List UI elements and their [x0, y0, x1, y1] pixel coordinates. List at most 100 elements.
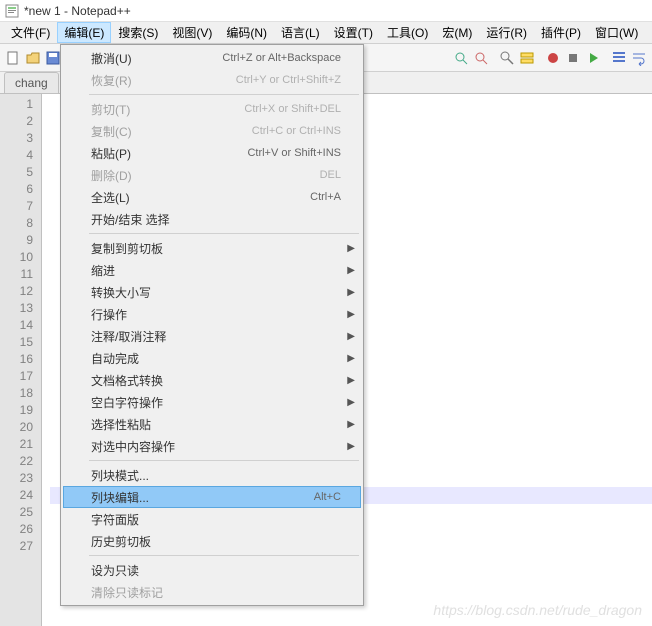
menu-item: 删除(D)DEL	[63, 164, 361, 186]
menu-item[interactable]: 窗口(W)	[588, 22, 645, 43]
zoom-out-button[interactable]	[472, 47, 490, 69]
menu-item[interactable]: 设置(T)	[327, 22, 380, 43]
menu-shortcut: Ctrl+A	[310, 191, 341, 203]
menu-item[interactable]: 视图(V)	[165, 22, 219, 43]
menu-separator	[89, 94, 359, 95]
line-number: 25	[0, 504, 33, 521]
line-number: 22	[0, 453, 33, 470]
titlebar: *new 1 - Notepad++	[0, 0, 652, 22]
menu-item[interactable]: 工具(O)	[380, 22, 435, 43]
line-number: 27	[0, 538, 33, 555]
line-number: 16	[0, 351, 33, 368]
menu-item-label: 复制到剪切板	[91, 240, 341, 257]
menu-item-label: 全选(L)	[91, 189, 310, 206]
submenu-arrow-icon: ▶	[347, 243, 355, 254]
line-number: 6	[0, 181, 33, 198]
menu-item: 剪切(T)Ctrl+X or Shift+DEL	[63, 98, 361, 120]
menu-item[interactable]: 自动完成 ▶	[63, 347, 361, 369]
line-number: 21	[0, 436, 33, 453]
line-number: 14	[0, 317, 33, 334]
menu-item[interactable]: 撤消(U)Ctrl+Z or Alt+Backspace	[63, 47, 361, 69]
menu-item-label: 设为只读	[91, 562, 341, 579]
menu-item[interactable]: 运行(R)	[479, 22, 534, 43]
menu-item[interactable]: 对选中内容操作▶	[63, 435, 361, 457]
submenu-arrow-icon: ▶	[347, 353, 355, 364]
menu-item[interactable]: 编码(N)	[219, 22, 274, 43]
window-title: *new 1 - Notepad++	[24, 4, 131, 18]
file-tab[interactable]: chang	[4, 72, 59, 93]
menu-item[interactable]: 搜索(S)	[111, 22, 165, 43]
menu-shortcut: Ctrl+V or Shift+INS	[247, 147, 341, 159]
line-number: 15	[0, 334, 33, 351]
menu-item-label: 对选中内容操作	[91, 438, 341, 455]
menu-item[interactable]: 复制到剪切板 ▶	[63, 237, 361, 259]
new-file-button[interactable]	[4, 47, 22, 69]
menu-item[interactable]: 宏(M)	[435, 22, 479, 43]
menu-item[interactable]: 注释/取消注释 ▶	[63, 325, 361, 347]
menu-item-label: 撤消(U)	[91, 50, 222, 67]
open-file-button[interactable]	[24, 47, 42, 69]
line-number: 18	[0, 385, 33, 402]
line-number: 24	[0, 487, 33, 504]
menubar: 文件(F)编辑(E)搜索(S)视图(V)编码(N)语言(L)设置(T)工具(O)…	[0, 22, 652, 44]
menu-item-label: 字符面版	[91, 511, 341, 528]
menu-item: 复制(C)Ctrl+C or Ctrl+INS	[63, 120, 361, 142]
menu-item[interactable]: 列块模式...	[63, 464, 361, 486]
menu-separator	[89, 233, 359, 234]
menu-item[interactable]: 列块编辑...Alt+C	[63, 486, 361, 508]
menu-item[interactable]: 粘贴(P)Ctrl+V or Shift+INS	[63, 142, 361, 164]
app-icon	[4, 3, 20, 19]
wrap-button[interactable]	[630, 47, 648, 69]
menu-item-label: 自动完成	[91, 350, 341, 367]
menu-item-label: 历史剪切板	[91, 533, 341, 550]
submenu-arrow-icon: ▶	[347, 375, 355, 386]
line-number: 20	[0, 419, 33, 436]
find-button[interactable]	[498, 47, 516, 69]
menu-item[interactable]: 历史剪切板	[63, 530, 361, 552]
menu-shortcut: Ctrl+X or Shift+DEL	[244, 103, 341, 115]
menu-item-label: 空白字符操作	[91, 394, 341, 411]
macro-play-button[interactable]	[584, 47, 602, 69]
line-number: 4	[0, 147, 33, 164]
zoom-in-button[interactable]	[452, 47, 470, 69]
menu-item[interactable]: 文档格式转换 ▶	[63, 369, 361, 391]
line-number: 13	[0, 300, 33, 317]
menu-item-label: 行操作	[91, 306, 341, 323]
indent-button[interactable]	[610, 47, 628, 69]
menu-separator	[89, 555, 359, 556]
menu-item-label: 注释/取消注释	[91, 328, 341, 345]
menu-separator	[89, 460, 359, 461]
menu-item[interactable]: 编辑(E)	[57, 22, 111, 43]
line-number: 2	[0, 113, 33, 130]
menu-item[interactable]: 选择性粘贴▶	[63, 413, 361, 435]
menu-item[interactable]: 插件(P)	[534, 22, 588, 43]
submenu-arrow-icon: ▶	[347, 309, 355, 320]
menu-item-label: 删除(D)	[91, 167, 320, 184]
menu-item-label: 复制(C)	[91, 123, 252, 140]
macro-record-button[interactable]	[544, 47, 562, 69]
menu-item[interactable]: 语言(L)	[274, 22, 327, 43]
macro-stop-button[interactable]	[564, 47, 582, 69]
line-number: 10	[0, 249, 33, 266]
replace-button[interactable]	[518, 47, 536, 69]
submenu-arrow-icon: ▶	[347, 419, 355, 430]
menu-item[interactable]: 空白字符操作▶	[63, 391, 361, 413]
menu-item[interactable]: 转换大小写▶	[63, 281, 361, 303]
menu-item-label: 剪切(T)	[91, 101, 244, 118]
menu-shortcut: DEL	[320, 169, 341, 181]
menu-item-label: 文档格式转换	[91, 372, 341, 389]
menu-item[interactable]: 全选(L)Ctrl+A	[63, 186, 361, 208]
menu-item[interactable]: 设为只读	[63, 559, 361, 581]
menu-item[interactable]: 开始/结束 选择	[63, 208, 361, 230]
line-number: 17	[0, 368, 33, 385]
menu-item-label: 开始/结束 选择	[91, 211, 341, 228]
line-number: 23	[0, 470, 33, 487]
menu-item[interactable]: 字符面版	[63, 508, 361, 530]
line-number: 1	[0, 96, 33, 113]
menu-item[interactable]: 缩进▶	[63, 259, 361, 281]
menu-item: 清除只读标记	[63, 581, 361, 603]
menu-item[interactable]: 行操作 ▶	[63, 303, 361, 325]
submenu-arrow-icon: ▶	[347, 287, 355, 298]
submenu-arrow-icon: ▶	[347, 331, 355, 342]
menu-item[interactable]: 文件(F)	[4, 22, 57, 43]
